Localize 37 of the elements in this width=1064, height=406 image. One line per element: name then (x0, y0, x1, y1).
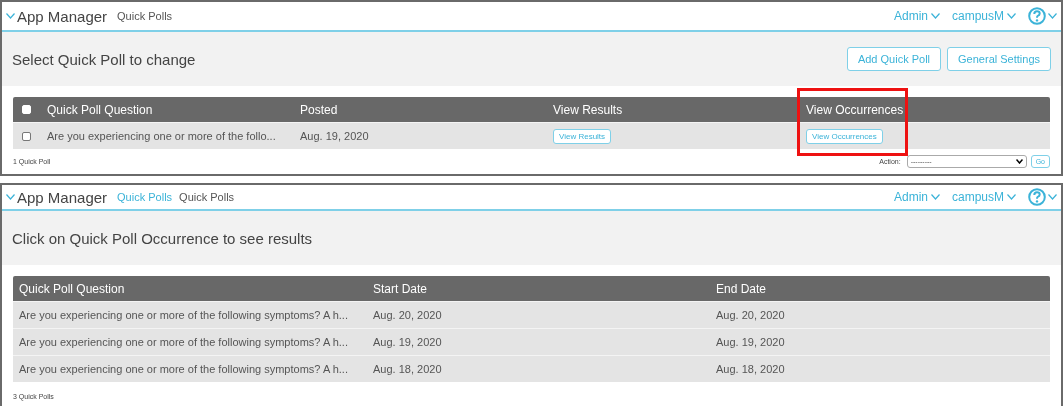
column-header: End Date (716, 281, 767, 296)
table-cell[interactable]: Are you experiencing one or more of the following symptoms? A h... (19, 363, 348, 375)
chevron-down-icon (1048, 194, 1057, 200)
select-all-checkbox[interactable] (22, 105, 31, 114)
collapse-chevron-icon (6, 194, 15, 200)
table-cell[interactable]: Aug. 18, 2020 (373, 363, 442, 375)
chevron-down-icon (931, 13, 940, 19)
column-header: Start Date (373, 281, 428, 296)
table-cell: Are you experiencing one or more of the follo... (47, 130, 276, 142)
row-checkbox[interactable] (22, 131, 31, 141)
chevron-down-icon (1007, 13, 1016, 19)
dropdown-caret-icon (1015, 158, 1023, 164)
table-cell[interactable]: Aug. 20, 2020 (716, 309, 785, 321)
column-header: View Occurrences (806, 102, 904, 117)
chevron-down-icon (931, 194, 940, 200)
table-cell[interactable]: Aug. 18, 2020 (716, 363, 785, 375)
page-title: Select Quick Poll to change (12, 50, 196, 68)
table-cell[interactable]: Aug. 19, 2020 (716, 336, 785, 348)
column-header: Posted (300, 102, 338, 117)
help-icon[interactable] (1028, 7, 1046, 25)
chevron-down-icon (1007, 194, 1016, 200)
page-title: Click on Quick Poll Occurrence to see results (12, 229, 313, 247)
breadcrumb-current: Quick Polls (117, 10, 173, 22)
table-cell[interactable]: Are you experiencing one or more of the following symptoms? A h... (19, 309, 348, 321)
column-header: View Results (553, 102, 623, 117)
table-cell[interactable]: Are you experiencing one or more of the following symptoms? A h... (19, 336, 348, 348)
help-icon[interactable] (1028, 188, 1046, 206)
table-cell[interactable]: Aug. 20, 2020 (373, 309, 442, 321)
app-title: App Manager (17, 7, 108, 25)
breadcrumb-current: Quick Polls (179, 191, 235, 203)
chevron-down-icon (1048, 13, 1057, 19)
collapse-chevron-icon (6, 13, 15, 19)
column-header: Quick Poll Question (19, 281, 125, 296)
table-cell[interactable]: Aug. 19, 2020 (373, 336, 442, 348)
app-title: App Manager (17, 188, 108, 206)
table-cell: Aug. 19, 2020 (300, 130, 369, 142)
column-header: Quick Poll Question (47, 102, 153, 117)
